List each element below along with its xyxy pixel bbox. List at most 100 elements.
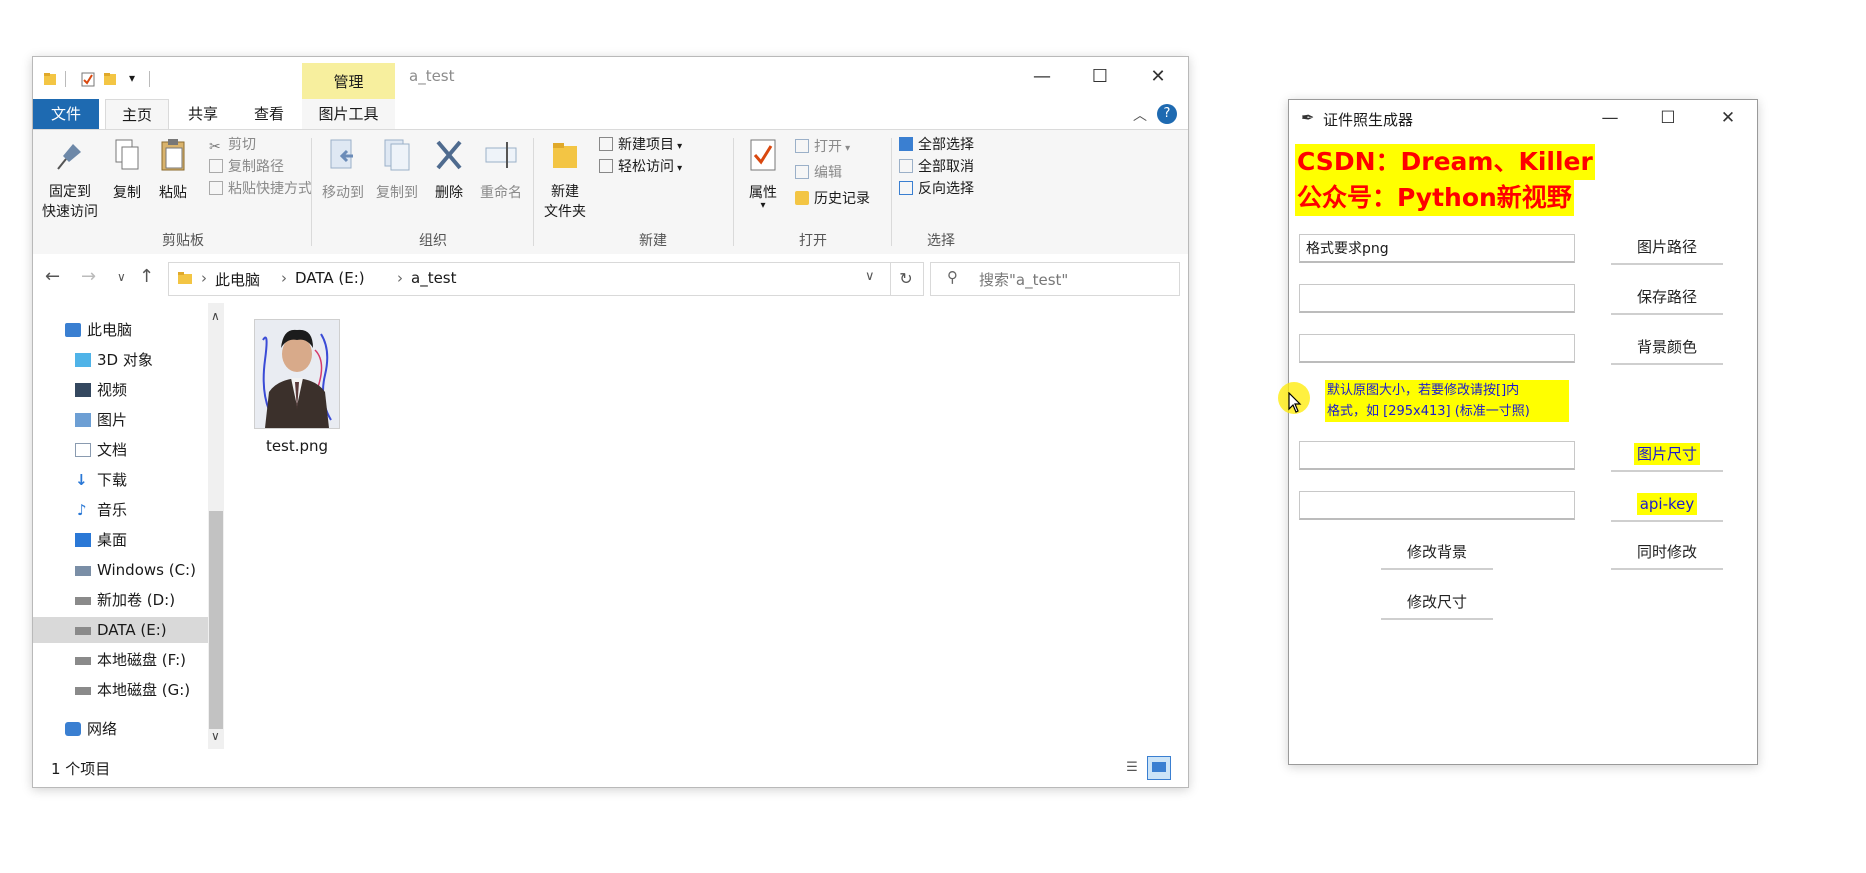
image-path-button[interactable]: 图片路径 [1611, 231, 1723, 265]
tab-share[interactable]: 共享 [173, 99, 233, 129]
save-path-button[interactable]: 保存路径 [1611, 281, 1723, 315]
generator-close-button[interactable]: ✕ [1699, 100, 1757, 136]
paste-button[interactable]: 粘贴 [151, 138, 195, 202]
nav-item-this-pc[interactable]: 此电脑 [33, 317, 208, 343]
navigation-scrollbar[interactable]: ∧ ∨ [208, 303, 224, 749]
refresh-button[interactable]: ↻ [889, 262, 924, 296]
invert-selection-button[interactable]: 反向选择 [899, 178, 974, 200]
back-button[interactable]: ← [45, 266, 60, 287]
folder-icon [44, 73, 56, 85]
nav-item-pictures[interactable]: 图片 [33, 407, 208, 433]
api-key-entry[interactable] [1299, 491, 1575, 520]
api-key-button[interactable]: api-key [1611, 488, 1723, 522]
nav-item-documents[interactable]: 文档 [33, 437, 208, 463]
pin-quick-access-button[interactable]: 固定到 快速访问 [39, 138, 101, 222]
scrollbar-thumb[interactable] [209, 511, 223, 729]
breadcrumb-pc[interactable]: 此电脑 [215, 269, 260, 290]
nav-item-desktop[interactable]: 桌面 [33, 527, 208, 553]
bg-color-entry[interactable] [1299, 334, 1575, 363]
nav-label: 文档 [97, 441, 128, 459]
open-button[interactable]: 打开 ▾ [795, 136, 850, 158]
nav-item-network[interactable]: 网络 [33, 716, 208, 742]
nav-label: 本地磁盘 (G:) [97, 681, 191, 699]
move-to-button[interactable]: 移动到 [317, 138, 369, 202]
status-bar: 1 个项目 ☰ [33, 749, 1188, 787]
tab-home[interactable]: 主页 [105, 99, 169, 130]
image-size-entry[interactable] [1299, 441, 1575, 470]
generator-minimize-button[interactable]: — [1581, 100, 1639, 136]
nav-label: DATA (E:) [97, 621, 167, 639]
file-item-test-png[interactable]: test.png [245, 319, 349, 455]
copy-path-button[interactable]: 复制路径 [209, 156, 284, 178]
properties-quick-icon[interactable] [81, 71, 95, 87]
nav-item-3d-objects[interactable]: 3D 对象 [33, 347, 208, 373]
banner-csdn: CSDN：Dream、Killer [1295, 144, 1595, 180]
easy-access-button[interactable]: 轻松访问 ▾ [599, 156, 682, 178]
close-button[interactable]: ✕ [1129, 57, 1187, 97]
tab-file[interactable]: 文件 [33, 99, 99, 129]
qat-dropdown-icon[interactable]: ▾ [129, 71, 135, 85]
nav-item-downloads[interactable]: ↓ 下载 [33, 467, 208, 493]
recent-locations-icon[interactable]: ∨ [117, 270, 126, 284]
paste-shortcut-label: 粘贴快捷方式 [228, 181, 312, 197]
group-organize-label: 组织 [419, 233, 447, 249]
address-dropdown-icon[interactable]: ∨ [865, 269, 875, 284]
change-both-button[interactable]: 同时修改 [1611, 536, 1723, 570]
history-button[interactable]: 历史记录 [795, 188, 870, 210]
image-path-entry[interactable]: 格式要求png [1299, 234, 1575, 263]
help-icon[interactable]: ? [1157, 104, 1177, 124]
change-size-button[interactable]: 修改尺寸 [1381, 586, 1493, 620]
generator-maximize-button[interactable]: ☐ [1639, 100, 1697, 136]
new-folder-button[interactable]: 新建 文件夹 [537, 138, 593, 222]
change-background-button[interactable]: 修改背景 [1381, 536, 1493, 570]
cut-button[interactable]: ✂ 剪切 [209, 134, 256, 156]
copy-to-icon [384, 139, 410, 171]
nav-item-drive-d[interactable]: 新加卷 (D:) [33, 587, 208, 613]
tab-picture-tools[interactable]: 图片工具 [302, 99, 395, 129]
nav-item-drive-e[interactable]: DATA (E:) [33, 617, 208, 643]
copy-label: 复制 [113, 185, 141, 201]
new-folder-quick-icon[interactable] [103, 71, 117, 87]
bg-color-button[interactable]: 背景颜色 [1611, 331, 1723, 365]
new-item-button[interactable]: 新建项目 ▾ [599, 134, 682, 156]
maximize-button[interactable]: ☐ [1071, 57, 1129, 97]
copy-to-label: 复制到 [376, 185, 418, 201]
nav-item-drive-f[interactable]: 本地磁盘 (F:) [33, 647, 208, 673]
select-all-button[interactable]: 全部选择 [899, 134, 974, 156]
copy-button[interactable]: 复制 [105, 138, 149, 202]
forward-button[interactable]: → [81, 266, 96, 287]
collapse-ribbon-icon[interactable]: ︿ [1133, 105, 1147, 125]
delete-button[interactable]: 删除 [427, 138, 471, 202]
large-icons-view-icon[interactable] [1147, 756, 1171, 780]
scroll-down-icon[interactable]: ∨ [211, 729, 220, 743]
image-size-button[interactable]: 图片尺寸 [1611, 438, 1723, 472]
scroll-up-icon[interactable]: ∧ [211, 309, 220, 323]
nav-label: 音乐 [97, 501, 128, 519]
nav-item-drive-c[interactable]: Windows (C:) [33, 557, 208, 583]
rename-button[interactable]: 重命名 [475, 138, 527, 202]
move-to-icon [330, 139, 353, 169]
nav-label: Windows (C:) [97, 561, 196, 579]
up-button[interactable]: ↑ [139, 266, 154, 287]
properties-button[interactable]: 属性 ▾ [739, 138, 787, 211]
nav-label: 本地磁盘 (F:) [97, 651, 186, 669]
nav-item-drive-g[interactable]: 本地磁盘 (G:) [33, 677, 208, 703]
tab-view[interactable]: 查看 [239, 99, 299, 129]
edit-button[interactable]: 编辑 [795, 162, 842, 184]
copy-to-button[interactable]: 复制到 [371, 138, 423, 202]
select-none-button[interactable]: 全部取消 [899, 156, 974, 178]
pin-label: 固定到 快速访问 [42, 184, 98, 220]
minimize-button[interactable]: — [1013, 57, 1071, 97]
breadcrumb-drive[interactable]: DATA (E:) [295, 269, 365, 287]
save-path-entry[interactable] [1299, 284, 1575, 313]
nav-item-videos[interactable]: 视频 [33, 377, 208, 403]
search-input[interactable]: ⚲ 搜索"a_test" [930, 262, 1180, 296]
address-bar[interactable]: › 此电脑 › DATA (E:) › a_test ∨ [168, 262, 891, 296]
window-title: a_test [409, 67, 455, 85]
breadcrumb-folder[interactable]: a_test [411, 269, 457, 287]
details-view-icon[interactable]: ☰ [1121, 757, 1143, 779]
select-all-icon [899, 137, 913, 151]
nav-item-music[interactable]: ♪ 音乐 [33, 497, 208, 523]
nav-label: 此电脑 [87, 321, 133, 339]
paste-shortcut-button[interactable]: 粘贴快捷方式 [209, 178, 312, 200]
